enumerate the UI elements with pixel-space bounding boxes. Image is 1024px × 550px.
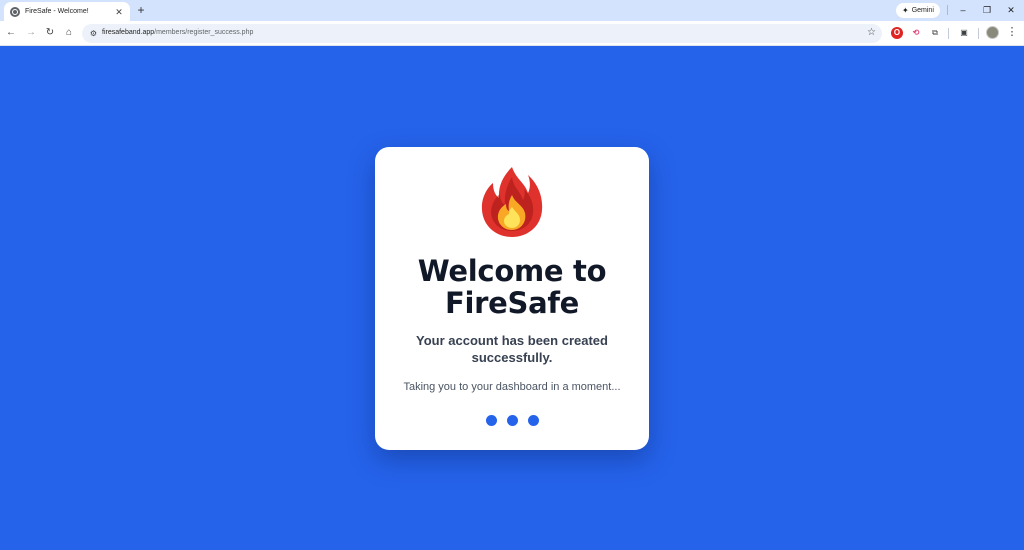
pink-extension-icon[interactable]: ⟲ [910,27,922,39]
welcome-heading: Welcome to FireSafe [417,254,607,320]
toolbar-divider [978,28,979,39]
globe-icon [10,6,20,17]
opera-extension-icon[interactable]: O [891,27,903,39]
loading-dot [485,415,497,426]
page-background: Welcome to FireSafe Your account has bee… [0,46,1024,550]
gemini-sparkle-icon: ✦ [902,6,909,15]
profile-avatar[interactable] [986,26,999,39]
new-tab-button[interactable]: + [134,3,148,17]
browser-toolbar: ← → ↻ ⌂ ⚙ firesafeband.app/members/regis… [0,21,1024,46]
success-subheading: Your account has been created successful… [416,333,608,365]
tab-strip: FireSafe - Welcome! ✕ + ✦ Gemini – ❐ ✕ [0,0,1024,21]
side-panel-icon[interactable]: ▣ [958,27,970,39]
extensions-puzzle-icon[interactable]: ⧉ [929,27,941,39]
loading-dot [527,415,539,426]
back-button[interactable]: ← [4,26,18,40]
restore-button[interactable]: ❐ [974,0,1000,20]
home-button[interactable]: ⌂ [62,26,76,40]
address-bar[interactable]: ⚙ firesafeband.app/members/register_succ… [82,24,882,43]
minimize-button[interactable]: – [950,0,976,20]
close-window-button[interactable]: ✕ [998,0,1024,20]
window-controls-divider [947,5,948,15]
reload-button[interactable]: ↻ [43,26,57,40]
browser-menu-icon[interactable]: ⋮ [1006,26,1018,39]
tab-title: FireSafe - Welcome! [25,8,89,15]
fire-icon [481,167,543,237]
gemini-label: Gemini [911,7,934,14]
url-host: firesafeband.app [102,29,155,36]
site-settings-icon[interactable]: ⚙ [89,29,98,38]
bookmark-star-icon[interactable]: ☆ [867,27,876,38]
gemini-button[interactable]: ✦ Gemini [896,3,940,18]
tab-close-icon[interactable]: ✕ [114,7,124,17]
tab-firesafe[interactable]: FireSafe - Welcome! ✕ [4,2,130,21]
url-text[interactable]: firesafeband.app/members/register_succes… [102,29,253,36]
welcome-card: Welcome to FireSafe Your account has bee… [375,147,649,450]
forward-button[interactable]: → [24,26,38,40]
loading-dot [506,415,518,426]
loading-indicator [375,415,649,426]
toolbar-divider [948,28,949,39]
redirect-message: Taking you to your dashboard in a moment… [403,381,621,393]
url-path: /members/register_success.php [154,29,254,36]
